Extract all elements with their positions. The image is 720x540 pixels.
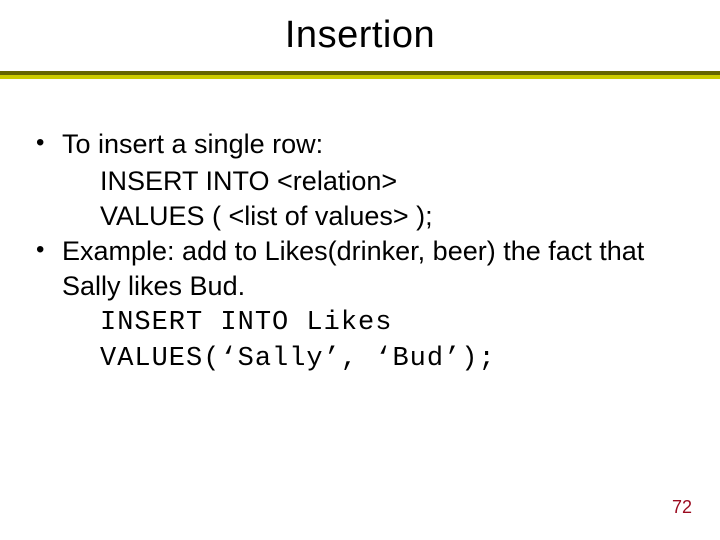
code-line: VALUES(‘Sally’, ‘Bud’); <box>36 342 684 377</box>
bullet-dot-icon: • <box>36 234 62 266</box>
divider <box>0 71 720 79</box>
slide: Insertion • To insert a single row: INSE… <box>0 0 720 540</box>
bullet-text: To insert a single row: <box>62 127 684 162</box>
code-line: INSERT INTO Likes <box>36 306 684 341</box>
content-area: • To insert a single row: INSERT INTO <r… <box>0 79 720 377</box>
bullet-item: • Example: add to Likes(drinker, beer) t… <box>36 234 684 304</box>
bullet-text: Example: add to Likes(drinker, beer) the… <box>62 234 684 304</box>
bullet-item: • To insert a single row: <box>36 127 684 162</box>
slide-title: Insertion <box>0 0 720 57</box>
page-number: 72 <box>672 497 692 518</box>
code-line: VALUES ( <list of values> ); <box>36 199 684 234</box>
code-line: INSERT INTO <relation> <box>36 164 684 199</box>
bullet-dot-icon: • <box>36 127 62 159</box>
